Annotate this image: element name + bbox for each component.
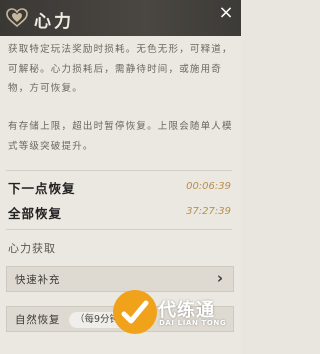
full-recovery-time: 37:27:39 bbox=[186, 206, 231, 217]
header-bar: 心力 × bbox=[0, 0, 241, 36]
watermark-subtitle: DAI LIAN TONG bbox=[159, 319, 227, 327]
description-paragraph-1: 获取特定玩法奖励时损耗。无色无形，可释道，可解秘。心力损耗后，需静待时间，或施用… bbox=[8, 44, 233, 94]
next-recovery-label: 下一点恢复 bbox=[8, 181, 76, 196]
page-title: 心力 bbox=[34, 12, 74, 32]
watermark-logo-icon bbox=[113, 290, 157, 334]
quick-refill-button[interactable]: 快速补充 › bbox=[6, 266, 234, 292]
chevron-right-icon: › bbox=[216, 269, 223, 287]
acquire-section-title: 心力获取 bbox=[8, 242, 56, 255]
description-paragraph-2: 有存储上限，超出时暂停恢复。上限会随单人模式等级突破提升。 bbox=[8, 121, 233, 152]
heart-emblem-icon bbox=[6, 8, 28, 28]
full-recovery-label: 全部恢复 bbox=[8, 206, 63, 221]
divider bbox=[6, 229, 232, 230]
close-button[interactable]: × bbox=[215, 2, 237, 24]
natural-recovery-label: 自然恢复 bbox=[15, 314, 61, 326]
quick-refill-label: 快速补充 bbox=[15, 274, 61, 286]
next-recovery-time: 00:06:39 bbox=[186, 181, 231, 192]
divider bbox=[6, 170, 232, 171]
watermark-checkmark-icon bbox=[121, 300, 149, 324]
